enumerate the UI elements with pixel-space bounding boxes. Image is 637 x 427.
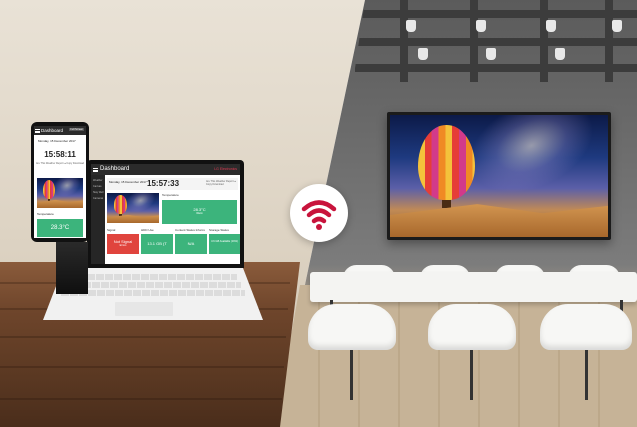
wall-display: [387, 112, 611, 240]
touchpad: [115, 302, 173, 316]
temperature-value: 28.3°C: [37, 219, 83, 237]
full-screen-button[interactable]: Full Screen: [69, 128, 84, 131]
menu-icon[interactable]: [93, 168, 98, 172]
conference-table: [310, 272, 637, 302]
phone-stand: [56, 242, 88, 294]
status-tile: N/A: [175, 234, 207, 254]
temperature-label: Temperature: [37, 212, 54, 216]
dashboard-title: Dashboard: [100, 166, 130, 172]
phone-title: Dashboard: [41, 128, 64, 133]
chair: [428, 304, 516, 350]
sidebar-item[interactable]: Cameras: [93, 197, 103, 200]
smartphone: Dashboard Full Screen Monday, 15 Decembe…: [31, 122, 89, 242]
menu-icon[interactable]: [35, 129, 40, 133]
laptop-screen: Dashboard LG Electronics Weather Canvas …: [87, 160, 244, 268]
sidebar-item[interactable]: Stay Well: [93, 191, 104, 194]
status-tile: 13.1 GB (T: [141, 234, 173, 254]
date-text: Monday, 15 December 2017: [109, 180, 147, 184]
laptop-dashboard: Dashboard LG Electronics Weather Canvas …: [91, 164, 240, 264]
wifi-icon: [301, 200, 337, 230]
date-text: Monday, 15 December 2017: [38, 139, 76, 143]
chair: [308, 304, 396, 350]
clock-time: 15:58:11: [44, 150, 76, 159]
tile-label: HDD Use: [141, 228, 154, 232]
phone-header: Dashboard Full Screen: [34, 126, 86, 135]
phone-dashboard: Dashboard Full Screen Monday, 15 Decembe…: [34, 126, 86, 238]
dashboard-sidebar: Weather Canvas Stay Well Cameras: [91, 175, 105, 264]
wifi-badge: [290, 184, 348, 242]
dashboard-balloon-image: [107, 193, 159, 223]
sidebar-item[interactable]: Canvas: [93, 185, 101, 188]
tile-label: Signal: [107, 228, 116, 232]
weather-note: Are This Weather Report ● Copy Download: [35, 162, 85, 165]
temperature-tile: 28.3°C Warm: [162, 200, 237, 224]
tile-label: Content Status Information: [175, 228, 205, 232]
clock-widget: Monday, 15 December 2017 15:57:33 Are Th…: [107, 178, 238, 190]
weather-note: Are This Weather Report ● Copy Download: [206, 180, 236, 186]
sidebar-item[interactable]: Weather: [93, 179, 102, 182]
clock-time: 15:57:33: [147, 179, 180, 188]
hot-air-balloon-image: [390, 115, 608, 237]
temperature-sub: Warm: [196, 212, 203, 215]
status-tile: Not Signal Errors: [107, 234, 139, 254]
temperature-label: Temperature: [162, 193, 179, 197]
phone-balloon-image: [37, 178, 83, 208]
chair: [540, 304, 632, 350]
dashboard-header: Dashboard LG Electronics: [91, 164, 240, 175]
status-tile: 3.6 GB Available (16%): [209, 234, 240, 254]
tile-label: Storage Status: [209, 228, 229, 232]
brand-label: LG Electronics: [214, 167, 237, 171]
